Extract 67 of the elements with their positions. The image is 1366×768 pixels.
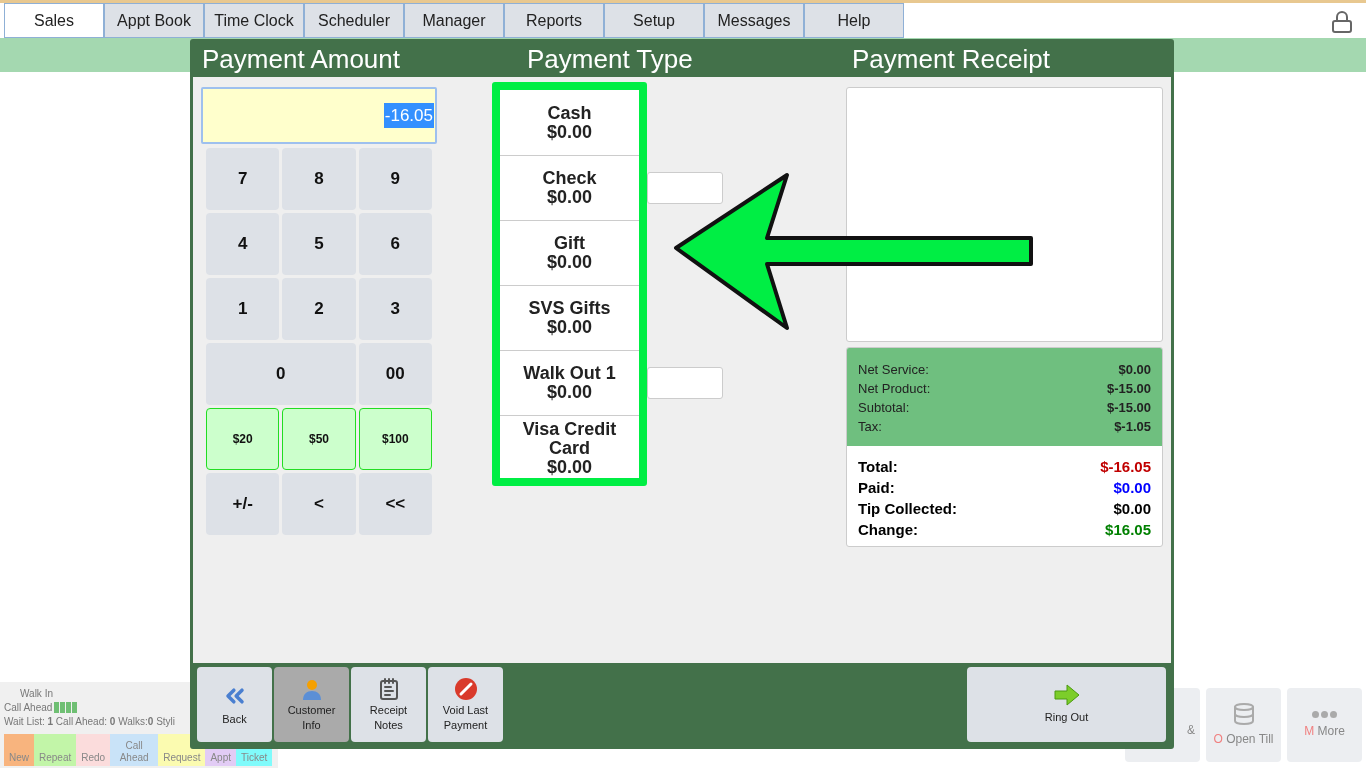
- amount-input[interactable]: [647, 366, 723, 399]
- summary-label: Tax:: [858, 418, 882, 436]
- total-value: $16.05: [1105, 520, 1151, 540]
- keypad-key[interactable]: <<: [358, 473, 432, 535]
- keypad-key[interactable]: 5: [282, 213, 356, 275]
- keypad-key[interactable]: 8: [282, 148, 356, 210]
- meter-drawing: [54, 701, 78, 713]
- payment-type-button[interactable]: Gift $0.00: [500, 220, 639, 285]
- nav-tab[interactable]: Sales: [4, 3, 104, 38]
- walk-in-label: Walk In: [20, 686, 53, 701]
- total-value: $-16.05: [1100, 457, 1151, 477]
- summary-value: $-1.05: [1114, 418, 1151, 436]
- total-value: $0.00: [1113, 478, 1151, 498]
- arrow-right-icon: [1053, 683, 1080, 706]
- nav-tab[interactable]: Scheduler: [304, 3, 404, 38]
- dialog-title: Payment Amount: [202, 43, 401, 76]
- keypad-key[interactable]: 7: [206, 148, 280, 210]
- nav-tab[interactable]: Time Clock: [204, 3, 304, 38]
- nav-tab[interactable]: Setup: [604, 3, 704, 38]
- payment-type-button[interactable]: Walk Out 1 $0.00: [500, 350, 639, 415]
- footer-button[interactable]: Void Last Payment: [428, 667, 503, 742]
- summary-value: $0.00: [1118, 361, 1151, 379]
- summary-label: Net Service:: [858, 361, 929, 379]
- nav-tab[interactable]: Appt Book: [104, 3, 204, 38]
- total-label: Tip Collected:: [858, 499, 957, 519]
- nav-tab[interactable]: Manager: [404, 3, 504, 38]
- payment-type-button[interactable]: Cash $0.00: [500, 90, 639, 155]
- keypad-key[interactable]: 00: [358, 343, 432, 405]
- summary-label: Subtotal:: [858, 399, 910, 417]
- keypad-key[interactable]: 2: [282, 278, 356, 340]
- nav-tab[interactable]: Messages: [704, 3, 804, 38]
- queue-stats: Wait List: 1 Call Ahead: 0 Walks:0 Styli: [4, 716, 176, 727]
- footer-button[interactable]: Receipt Notes: [351, 667, 426, 742]
- nav-tab[interactable]: Help: [804, 3, 904, 38]
- keypad-key[interactable]: <: [282, 473, 356, 535]
- ring-out-button[interactable]: Ring Out: [967, 667, 1166, 742]
- keypad-key[interactable]: $20: [206, 408, 280, 470]
- amount-input[interactable]: [647, 171, 723, 204]
- summary-label: Net Product:: [858, 380, 931, 398]
- keypad-key[interactable]: 4: [206, 213, 280, 275]
- payment-type-button[interactable]: Check $0.00: [500, 155, 639, 220]
- keypad-key[interactable]: 1: [206, 278, 280, 340]
- lock-icon[interactable]: [1330, 8, 1354, 36]
- dialog-title: Payment Receipt: [852, 43, 1050, 76]
- keypad-key[interactable]: 6: [358, 213, 432, 275]
- payment-type-button[interactable]: SVS Gifts $0.00: [500, 285, 639, 350]
- prohibited-icon: [453, 676, 478, 701]
- database-icon: [1231, 702, 1256, 726]
- footer-button[interactable]: Customer Info: [274, 667, 349, 742]
- call-ahead-label: Call Ahead: [4, 700, 53, 715]
- keypad-key[interactable]: +/-: [206, 473, 280, 535]
- nav-tab[interactable]: Reports: [504, 3, 604, 38]
- total-label: Paid:: [858, 478, 895, 498]
- summary-value: $-15.00: [1106, 380, 1151, 398]
- total-value: $0.00: [1113, 499, 1151, 519]
- keypad-key[interactable]: $50: [282, 408, 356, 470]
- dots-icon: [1312, 710, 1337, 718]
- footer-button[interactable]: Back: [197, 667, 272, 742]
- keypad-key[interactable]: 3: [358, 278, 432, 340]
- keypad-key[interactable]: 0: [206, 343, 356, 405]
- summary-value: $-15.00: [1106, 399, 1151, 417]
- keypad-key[interactable]: $100: [358, 408, 432, 470]
- keypad-key[interactable]: 9: [358, 148, 432, 210]
- total-label: Total:: [858, 457, 898, 477]
- payment-type-button[interactable]: Visa Credit Card $0.00: [500, 415, 639, 478]
- total-label: Change:: [858, 520, 918, 540]
- dialog-title: Payment Type: [527, 43, 694, 76]
